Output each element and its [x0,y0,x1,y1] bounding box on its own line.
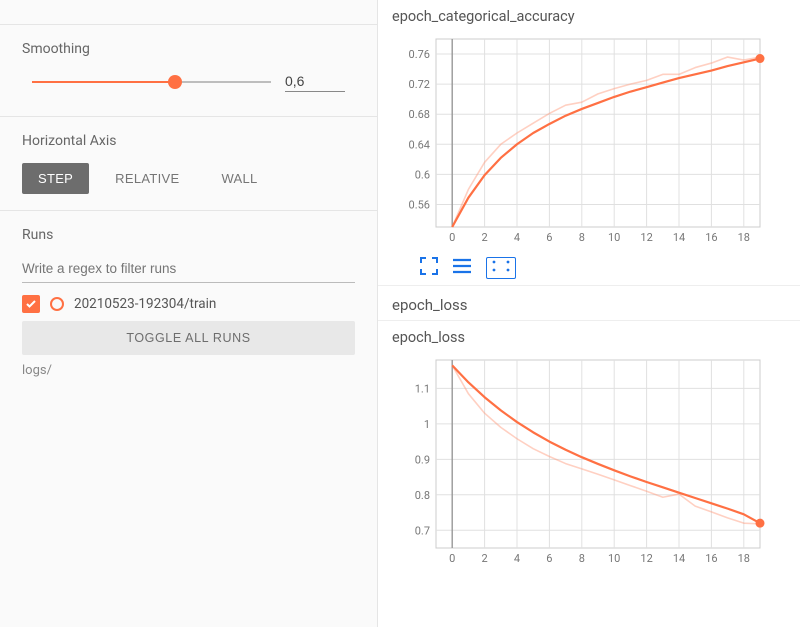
chart-title-loss: epoch_loss [392,329,786,346]
svg-text:18: 18 [738,552,750,565]
svg-text:18: 18 [738,231,750,244]
svg-text:10: 10 [608,552,620,565]
horizontal-axis-label: Horizontal Axis [22,133,355,149]
svg-text:8: 8 [579,231,585,244]
svg-text:2: 2 [482,552,488,565]
run-name-label: 20210523-192304/train [74,296,216,312]
svg-text:12: 12 [640,231,652,244]
sidebar: Smoothing Horizontal Axis STEP RELATIVE WA… [0,0,378,627]
svg-text:0.68: 0.68 [409,108,430,121]
smoothing-slider[interactable] [32,75,271,89]
runs-list: 20210523-192304/train [22,293,355,321]
svg-text:0.76: 0.76 [409,48,430,61]
chart-title-accuracy: epoch_categorical_accuracy [392,8,786,25]
svg-text:10: 10 [608,231,620,244]
run-checkbox[interactable] [22,295,40,313]
section-header-loss[interactable]: epoch_loss [378,285,800,321]
chart-svg-loss[interactable]: 0 2 4 6 8 10 12 14 16 18 0.7 0.8 0.9 1 1.1 [392,352,772,572]
svg-text:0.6: 0.6 [415,168,430,181]
svg-text:6: 6 [546,231,552,244]
svg-text:8: 8 [579,552,585,565]
fullscreen-icon[interactable] [420,257,438,279]
smoothing-value-input[interactable] [285,71,345,92]
smoothing-label: Smoothing [22,41,355,57]
svg-text:0.7: 0.7 [415,524,430,537]
svg-text:0.72: 0.72 [409,78,430,91]
axis-button-relative[interactable]: RELATIVE [99,163,195,194]
svg-text:1.1: 1.1 [415,382,430,395]
runs-label: Runs [22,227,355,243]
slider-thumb[interactable] [168,75,182,89]
runs-filter-input[interactable] [22,257,355,283]
svg-text:0.9: 0.9 [415,453,430,466]
runs-section: Runs 20210523-192304/train TOGGLE ALL RU… [0,211,377,394]
svg-text:16: 16 [705,231,717,244]
svg-text:12: 12 [640,552,652,565]
logdir-label: logs/ [22,363,355,378]
svg-text:4: 4 [514,552,520,565]
run-row: 20210523-192304/train [22,293,355,321]
list-icon[interactable] [452,257,472,279]
main-panel: epoch_categorical_accuracy 0246810121416… [378,0,800,627]
svg-text:14: 14 [673,552,685,565]
svg-text:14: 14 [673,231,685,244]
svg-text:16: 16 [705,552,717,565]
top-spacer [0,0,377,25]
smoothing-section: Smoothing [0,25,377,117]
chart-toolbar-accuracy [392,251,786,283]
chart-card-accuracy: epoch_categorical_accuracy 0 2 4 6 8 10 12 14 16… [378,0,800,285]
fit-domain-icon[interactable] [486,257,516,279]
horizontal-axis-section: Horizontal Axis STEP RELATIVE WALL [0,117,377,211]
chart-svg-accuracy[interactable]: 0 2 4 6 8 10 12 14 16 18 0.56 0.6 0.64 0.68 0.72 0.76 [392,31,772,251]
axis-button-step[interactable]: STEP [22,163,89,194]
chart-card-loss: epoch_loss 0 2 4 6 8 10 12 14 16 18 0.7 0.8 0.9 1 1.1 [378,321,800,574]
svg-text:0.8: 0.8 [415,489,430,502]
axis-button-row: STEP RELATIVE WALL [22,163,355,194]
svg-text:0: 0 [449,552,455,565]
svg-text:0: 0 [449,231,455,244]
svg-text:0.64: 0.64 [409,138,430,151]
axis-button-wall[interactable]: WALL [205,163,273,194]
svg-text:1: 1 [424,418,430,431]
svg-text:4: 4 [514,231,520,244]
svg-text:6: 6 [546,552,552,565]
svg-text:0.56: 0.56 [409,198,430,211]
svg-text:2: 2 [482,231,488,244]
run-color-swatch[interactable] [50,297,64,311]
toggle-all-runs-button[interactable]: TOGGLE ALL RUNS [22,321,355,355]
